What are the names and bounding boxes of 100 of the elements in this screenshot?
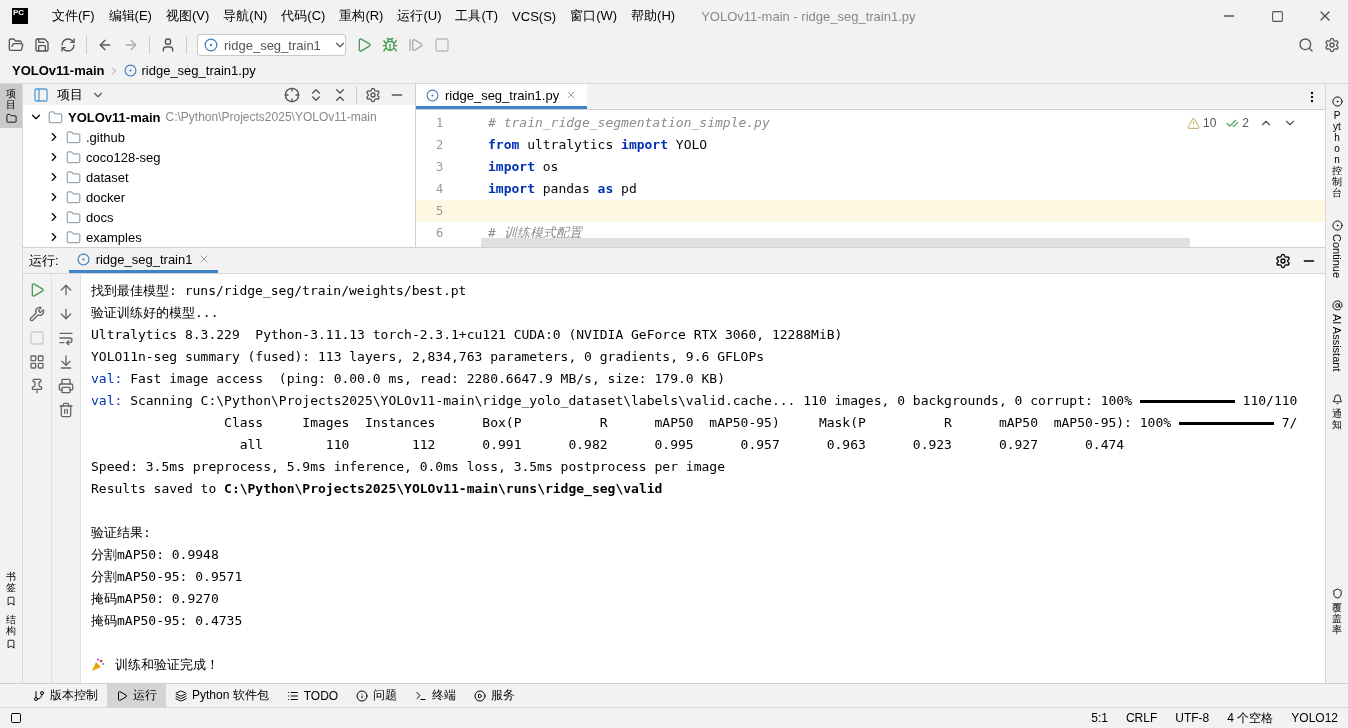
- scrollbar[interactable]: [481, 238, 1190, 247]
- menu-item[interactable]: 帮助(H): [625, 7, 682, 25]
- folder-icon: [5, 113, 17, 124]
- folder-icon[interactable]: [8, 37, 24, 53]
- pin-icon[interactable]: [29, 378, 45, 394]
- status-item[interactable]: 5:1: [1091, 711, 1108, 725]
- menu-item[interactable]: 文件(F): [46, 7, 101, 25]
- status-item[interactable]: CRLF: [1125, 711, 1158, 725]
- line-number: 4: [435, 181, 445, 198]
- search-icon[interactable]: [1298, 37, 1314, 53]
- status-item[interactable]: UTF-8: [1175, 711, 1210, 725]
- panel-title[interactable]: 项目: [57, 85, 83, 104]
- bottom-tab[interactable]: Python 软件包: [166, 684, 278, 707]
- play-icon: [116, 689, 128, 702]
- play-circle-icon: [474, 689, 487, 702]
- bottom-tab[interactable]: 问题: [347, 684, 407, 707]
- trash-icon[interactable]: [58, 402, 74, 418]
- console-line: 训练和验证完成！: [115, 656, 219, 674]
- menu-item[interactable]: 编辑(E): [102, 7, 158, 25]
- console-line: 掩码mAP50: 0.9270: [91, 590, 219, 608]
- folder-icon: [66, 189, 81, 205]
- console-line: 分割mAP50-95: 0.9571: [91, 568, 243, 586]
- locate-icon[interactable]: [284, 86, 300, 103]
- bookmark-icon: [6, 639, 16, 649]
- user-icon[interactable]: [160, 37, 176, 53]
- warning-count[interactable]: 10: [1186, 116, 1217, 130]
- tree-item[interactable]: .github: [86, 129, 126, 145]
- menu-item[interactable]: 视图(V): [159, 7, 216, 25]
- menu-item[interactable]: 导航(N): [217, 7, 274, 25]
- tree-item[interactable]: YOLOv11-main: [68, 109, 161, 125]
- line-number: 2: [435, 137, 445, 154]
- bell-icon: [1331, 393, 1343, 405]
- tool-window-tab[interactable]: Python 控制台: [1331, 92, 1343, 202]
- check-count[interactable]: 2: [1226, 116, 1249, 130]
- tool-window-tab[interactable]: 项目: [0, 84, 22, 128]
- settings-icon[interactable]: [1324, 37, 1340, 53]
- menu-item[interactable]: 运行(U): [391, 7, 448, 25]
- console-line: Results saved to C:\Python\Projects2025\YOLOv11-main\runs\ridge_seg\valid: [91, 480, 663, 499]
- down-icon[interactable]: [58, 306, 74, 322]
- console-line: 找到最佳模型: runs/ridge_seg/train/weights/best.pt: [91, 282, 467, 300]
- bottom-tab[interactable]: 服务: [465, 684, 525, 707]
- bottom-tab[interactable]: 版本控制: [24, 684, 107, 707]
- tree-item[interactable]: docker: [86, 189, 126, 205]
- tool-window-tab[interactable]: 书签: [0, 567, 22, 610]
- print-icon[interactable]: [58, 378, 74, 394]
- bottom-tab[interactable]: 运行: [107, 684, 166, 707]
- menu-item[interactable]: VCS(S): [506, 8, 563, 24]
- tool-window-tab[interactable]: 通知: [1331, 389, 1343, 434]
- menu-item[interactable]: 工具(T): [449, 7, 505, 25]
- console-line: 掩码mAP50-95: 0.4735: [91, 612, 243, 630]
- wrench-icon[interactable]: [29, 306, 45, 322]
- console-line: Speed: 3.5ms preprocess, 5.9ms inference, 0.0ms loss, 3.5ms postprocess per image: [91, 458, 725, 476]
- layout-icon[interactable]: [10, 712, 22, 724]
- project-path: C:\Python\Projects2025\YOLOv11-main: [165, 110, 377, 124]
- line-number: 5: [416, 200, 481, 222]
- run-config-dropdown[interactable]: ridge_seg_train1: [197, 34, 346, 56]
- settings-icon[interactable]: [1275, 252, 1291, 269]
- at-sign-icon: [1331, 300, 1343, 312]
- line-number: 1: [435, 115, 445, 132]
- scroll-to-end-icon[interactable]: [58, 354, 74, 370]
- editor-tab[interactable]: ridge_seg_train1.py: [416, 84, 588, 109]
- settings-icon[interactable]: [365, 86, 381, 103]
- save-icon[interactable]: [34, 37, 50, 53]
- bottom-tab[interactable]: 终端: [406, 684, 466, 707]
- rerun-icon[interactable]: [29, 282, 45, 298]
- status-item[interactable]: 4 个空格: [1227, 709, 1274, 727]
- folder-icon: [66, 129, 81, 145]
- tool-window-tab[interactable]: AI Assistant: [1331, 296, 1343, 376]
- menu-item[interactable]: 代码(C): [275, 7, 332, 25]
- window-title: YOLOv11-main - ridge_seg_train1.py: [701, 8, 917, 24]
- console-line: 验证训练好的模型...: [91, 304, 219, 322]
- tool-window-tab[interactable]: 结构: [0, 610, 22, 653]
- menu-item[interactable]: 重构(R): [333, 7, 390, 25]
- breadcrumb-item[interactable]: YOLOv11-main: [12, 63, 105, 78]
- code-line: # train_ridge_segmentation_simple.py: [488, 115, 770, 130]
- folder-icon: [66, 169, 81, 185]
- warning-icon: [1186, 116, 1200, 130]
- menu-item[interactable]: 窗口(W): [564, 7, 624, 25]
- back-icon[interactable]: [97, 37, 113, 53]
- code-line: import os: [488, 159, 559, 174]
- tree-item[interactable]: coco128-seg: [86, 149, 161, 165]
- folder-icon: [66, 149, 81, 165]
- layers-icon: [175, 689, 187, 702]
- breadcrumb-item[interactable]: ridge_seg_train1.py: [141, 63, 256, 78]
- wrap-icon[interactable]: [58, 330, 74, 346]
- tool-window-tab[interactable]: Continue: [1331, 216, 1343, 283]
- tree-item[interactable]: examples: [86, 229, 142, 245]
- run-label: 运行:: [29, 251, 59, 270]
- refresh-icon[interactable]: [60, 37, 76, 53]
- run-icon[interactable]: [356, 37, 372, 53]
- debug-icon[interactable]: [382, 37, 398, 53]
- tree-item[interactable]: dataset: [86, 169, 129, 185]
- progress-count: 110/110: [1241, 392, 1298, 410]
- up-icon[interactable]: [58, 282, 74, 298]
- tree-item[interactable]: docs: [86, 209, 114, 225]
- tool-window-tab[interactable]: 覆盖率: [1331, 584, 1343, 639]
- bottom-tab[interactable]: TODO: [277, 684, 348, 707]
- status-item[interactable]: YOLO12: [1291, 711, 1338, 725]
- list-icon: [286, 689, 299, 702]
- maximize-icon[interactable]: [1270, 9, 1284, 23]
